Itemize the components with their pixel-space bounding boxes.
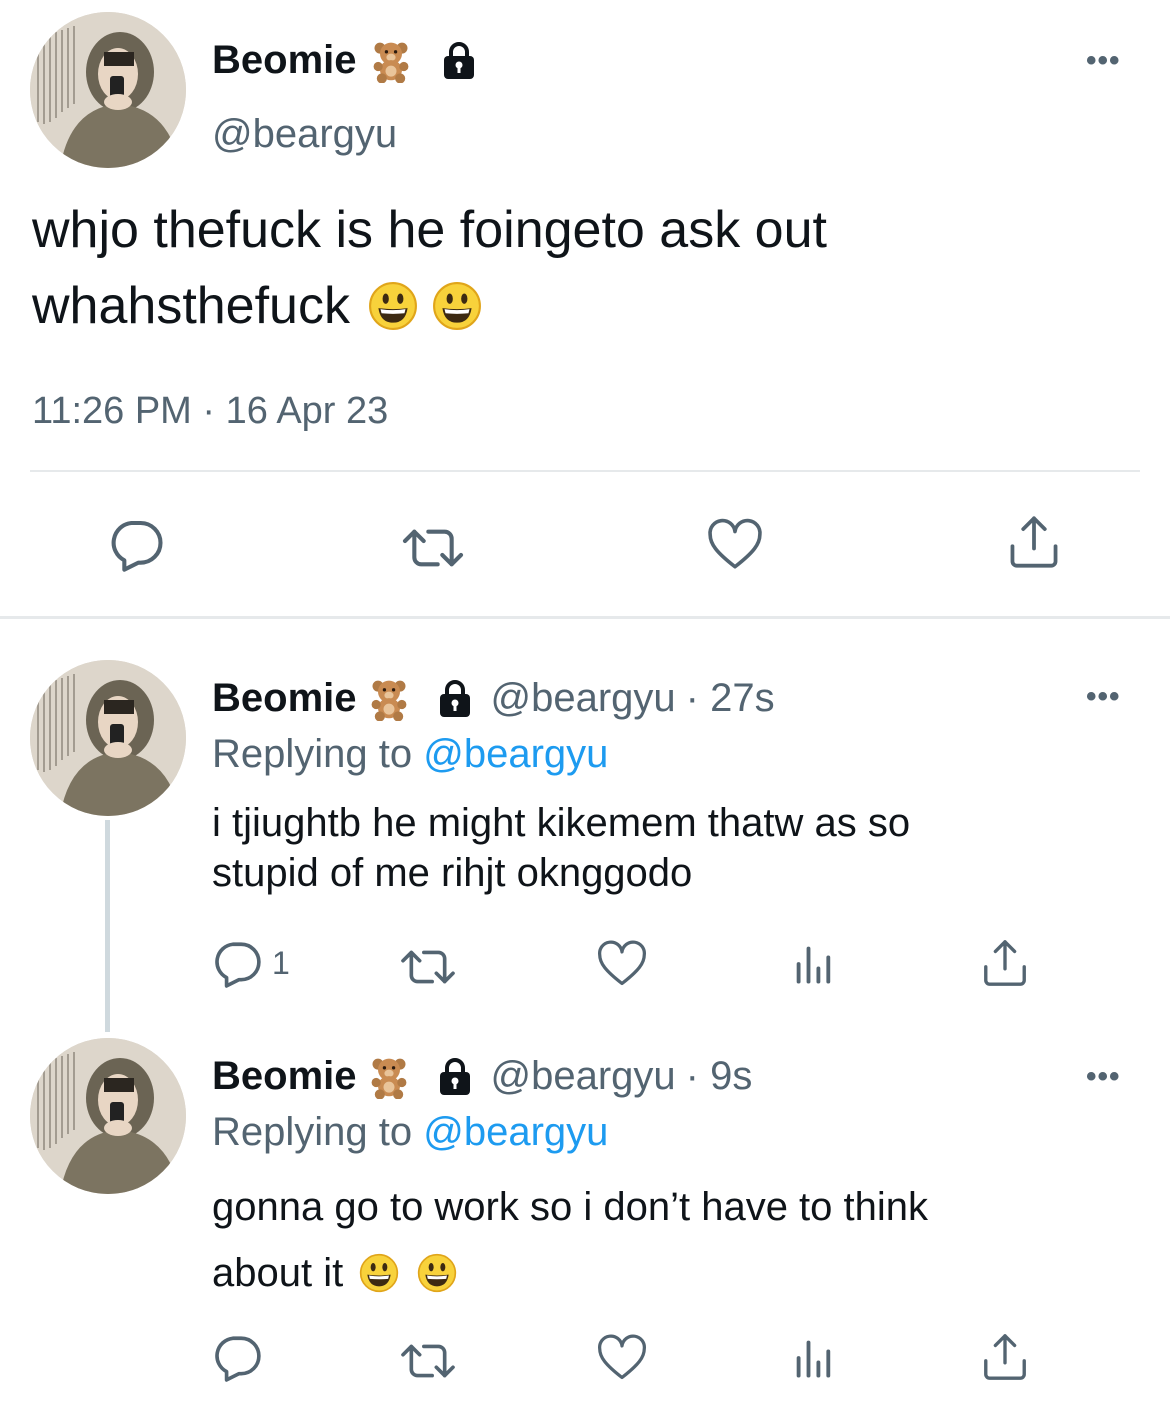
author-name-row: Beomie xyxy=(212,38,479,83)
more-options-icon[interactable]: ••• xyxy=(1086,1060,1121,1094)
share-icon xyxy=(1006,514,1062,570)
retweet-icon xyxy=(398,1336,458,1386)
share-button[interactable] xyxy=(980,938,1030,988)
share-icon xyxy=(980,938,1030,988)
avatar-image xyxy=(30,1038,186,1194)
heart-icon xyxy=(596,1334,648,1382)
retweet-icon xyxy=(398,942,458,992)
lock-icon xyxy=(439,41,479,81)
reply-text-line2-wrap: about it xyxy=(212,1240,1132,1306)
tweet-text: whjo thefuck is he foingeto ask out whah… xyxy=(32,192,1142,344)
handle[interactable]: @beargyu xyxy=(491,676,676,721)
relative-time[interactable]: · 9s xyxy=(686,1054,753,1099)
replying-to-prefix: Replying to xyxy=(212,1110,413,1154)
avatar[interactable] xyxy=(30,12,186,168)
grinning-face-emoji-icon xyxy=(432,281,482,331)
reply-count: 1 xyxy=(272,944,290,981)
avatar-image xyxy=(30,12,186,168)
views-button[interactable] xyxy=(792,1336,836,1380)
grinning-face-emoji-icon xyxy=(359,1253,399,1293)
avatar[interactable] xyxy=(30,660,186,816)
share-icon xyxy=(980,1332,1030,1382)
like-button[interactable] xyxy=(706,518,764,572)
reply-button[interactable]: 1 xyxy=(212,938,290,988)
avatar[interactable] xyxy=(30,1038,186,1194)
reply-icon xyxy=(108,516,164,572)
like-button[interactable] xyxy=(596,940,648,988)
teddy-bear-emoji-icon xyxy=(367,677,411,721)
retweet-button[interactable] xyxy=(398,1336,458,1386)
grinning-face-emoji-icon xyxy=(368,281,418,331)
reply-text-line1: gonna go to work so i don’t have to thin… xyxy=(212,1185,929,1229)
display-name[interactable]: Beomie xyxy=(212,1054,357,1099)
handle[interactable]: @beargyu xyxy=(212,112,397,157)
replying-to: Replying to @beargyu xyxy=(212,732,608,777)
reply-header: Beomie @beargyu · 9s xyxy=(212,1054,752,1099)
reply-text-line2: about it xyxy=(212,1251,344,1295)
tweet-text-line2-wrap: whahsthefuck xyxy=(32,268,1142,344)
reply-text-line2: stupid of me rihjt oknggodo xyxy=(212,851,693,895)
more-options-icon[interactable]: ••• xyxy=(1086,680,1121,714)
views-icon xyxy=(792,1336,836,1380)
grinning-face-emoji-icon xyxy=(417,1253,457,1293)
display-name[interactable]: Beomie xyxy=(212,38,357,83)
reply-icon xyxy=(212,1332,262,1382)
reply-text: i tjiughtb he might kikemem thatw as so … xyxy=(212,798,1132,898)
thread-line xyxy=(105,820,110,1032)
lock-icon xyxy=(435,1057,475,1097)
share-button[interactable] xyxy=(1006,514,1062,570)
teddy-bear-emoji-icon xyxy=(367,1055,411,1099)
replying-to-mention[interactable]: @beargyu xyxy=(423,1110,608,1154)
lock-icon xyxy=(435,679,475,719)
heart-icon xyxy=(706,518,764,572)
retweet-button[interactable] xyxy=(398,942,458,992)
replying-to-prefix: Replying to xyxy=(212,732,413,776)
replying-to: Replying to @beargyu xyxy=(212,1110,608,1155)
replying-to-mention[interactable]: @beargyu xyxy=(423,732,608,776)
divider xyxy=(30,470,1140,472)
tweet-text-line2: whahsthefuck xyxy=(32,277,350,335)
display-name[interactable]: Beomie xyxy=(212,676,357,721)
reply-button[interactable] xyxy=(108,516,164,572)
retweet-button[interactable] xyxy=(400,520,466,576)
reply-text: gonna go to work so i don’t have to thin… xyxy=(212,1174,1132,1306)
reply-icon xyxy=(212,938,262,988)
more-options-icon[interactable]: ••• xyxy=(1086,44,1121,78)
views-icon xyxy=(792,942,836,986)
share-button[interactable] xyxy=(980,1332,1030,1382)
relative-time[interactable]: · 27s xyxy=(686,676,775,721)
teddy-bear-emoji-icon xyxy=(369,39,413,83)
views-button[interactable] xyxy=(792,942,836,986)
reply-header: Beomie @beargyu · 27s xyxy=(212,676,775,721)
timestamp[interactable]: 11:26 PM · 16 Apr 23 xyxy=(32,390,388,433)
heart-icon xyxy=(596,940,648,988)
section-divider xyxy=(0,616,1170,619)
handle[interactable]: @beargyu xyxy=(491,1054,676,1099)
retweet-icon xyxy=(400,520,466,576)
reply-text-line1: i tjiughtb he might kikemem thatw as so xyxy=(212,801,911,845)
like-button[interactable] xyxy=(596,1334,648,1382)
tweet-text-line1: whjo thefuck is he foingeto ask out xyxy=(32,201,827,259)
avatar-image xyxy=(30,660,186,816)
reply-button[interactable] xyxy=(212,1332,272,1382)
